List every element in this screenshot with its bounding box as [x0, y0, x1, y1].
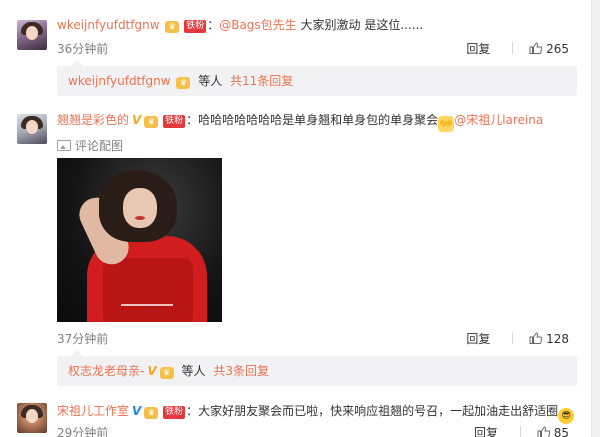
fan-badge: 铁粉	[163, 115, 186, 128]
sub-replies-bar[interactable]: wkeijnfyufdtfgnw ♛ 等人 共11条回复	[57, 60, 577, 96]
divider	[512, 332, 514, 344]
fan-badge: 铁粉	[163, 406, 186, 419]
comment-text: 大家别激动 是这位......	[296, 18, 424, 32]
comment-text: 大家好朋友聚会而已啦，快来响应祖翘的号召，一起加油走出舒适圈	[198, 404, 559, 418]
clap-hands-emoji: 👐	[438, 116, 455, 132]
thumbs-up-icon	[537, 426, 550, 437]
comment-actions: 回复 265	[466, 40, 569, 57]
comment-username[interactable]: 宋祖儿工作室	[57, 404, 129, 418]
like-count: 85	[553, 426, 569, 437]
comment-username[interactable]: 翘翘是彩色的	[57, 113, 129, 127]
like-button[interactable]: 128	[529, 332, 569, 346]
comment-time: 37分钟前	[57, 332, 109, 346]
comment-photo[interactable]	[57, 158, 222, 322]
reply-button[interactable]: 回复	[466, 332, 490, 346]
crown-badge-icon: ♛	[165, 21, 180, 33]
avatar[interactable]	[17, 20, 47, 50]
comment-body: 翘翘是彩色的 V ♛ 铁粉 ：哈哈哈哈哈哈哈是单身翘和单身包的单身聚会👐@宋祖儿lar…	[57, 113, 544, 132]
sub-reply-mid: 等人	[181, 364, 206, 378]
comment-text: 哈哈哈哈哈哈哈是单身翘和单身包的单身聚会	[198, 113, 439, 127]
comment-username[interactable]: wkeijnfyufdtfgnw	[57, 18, 160, 32]
sub-reply-mid: 等人	[198, 74, 223, 88]
comment-body: 宋祖儿工作室 V ♛ 铁粉 ：大家好朋友聚会而已啦，快来响应祖翘的号召，一起加油走出舒…	[57, 402, 575, 424]
thumbs-up-icon	[529, 332, 543, 344]
verified-v-icon: V	[147, 364, 157, 378]
verified-v-icon: V	[132, 404, 142, 418]
like-count: 265	[546, 42, 569, 56]
like-button[interactable]: 85	[537, 426, 569, 437]
sunglasses-emoji: 😎	[558, 408, 575, 424]
avatar[interactable]	[17, 114, 47, 144]
like-button[interactable]: 265	[529, 42, 569, 56]
comment-body: wkeijnfyufdtfgnw ♛ 铁粉 ：@Bags包先生 大家别激动 是这位…	[57, 18, 424, 33]
scrollbar[interactable]	[591, 0, 600, 437]
crown-badge-icon: ♛	[144, 116, 159, 128]
comment-picture-toggle[interactable]: 评论配图	[57, 137, 123, 154]
mention-link[interactable]: @Bags包先生	[219, 18, 296, 32]
divider	[512, 42, 514, 54]
comment-actions: 回复 85	[474, 424, 569, 437]
picture-icon	[57, 140, 71, 151]
reply-button[interactable]: 回复	[474, 426, 498, 437]
comment-item: 翘翘是彩色的 V ♛ 铁粉 ：哈哈哈哈哈哈哈是单身翘和单身包的单身聚会👐@宋祖儿lar…	[0, 99, 591, 389]
sub-reply-username[interactable]: 权志龙老母亲-	[68, 364, 144, 378]
fan-badge: 铁粉	[184, 20, 207, 33]
crown-badge-icon: ♛	[144, 407, 159, 419]
comment-time: 36分钟前	[57, 42, 109, 56]
comment-time: 29分钟前	[57, 426, 109, 437]
comment-item: wkeijnfyufdtfgnw ♛ 铁粉 ：@Bags包先生 大家别激动 是这位…	[0, 0, 591, 98]
comment-actions: 回复 128	[466, 330, 569, 347]
avatar[interactable]	[17, 403, 47, 433]
comment-item: 宋祖儿工作室 V ♛ 铁粉 ：大家好朋友聚会而已啦，快来响应祖翘的号召，一起加油走出舒…	[0, 391, 591, 437]
like-count: 128	[546, 332, 569, 346]
sub-replies-bar[interactable]: 权志龙老母亲- V ♛ 等人 共3条回复	[57, 350, 577, 386]
verified-v-icon: V	[132, 113, 142, 127]
view-replies-link[interactable]: 共11条回复	[230, 74, 293, 88]
crown-badge-icon: ♛	[176, 77, 191, 89]
thumbs-up-icon	[529, 42, 543, 54]
view-replies-link[interactable]: 共3条回复	[213, 364, 269, 378]
crown-badge-icon: ♛	[159, 367, 174, 379]
picture-label: 评论配图	[75, 139, 124, 153]
reply-button[interactable]: 回复	[466, 42, 490, 56]
sub-reply-username[interactable]: wkeijnfyufdtfgnw	[68, 74, 171, 88]
divider	[519, 426, 521, 437]
mention-link[interactable]: @宋祖儿lareina	[454, 113, 543, 127]
